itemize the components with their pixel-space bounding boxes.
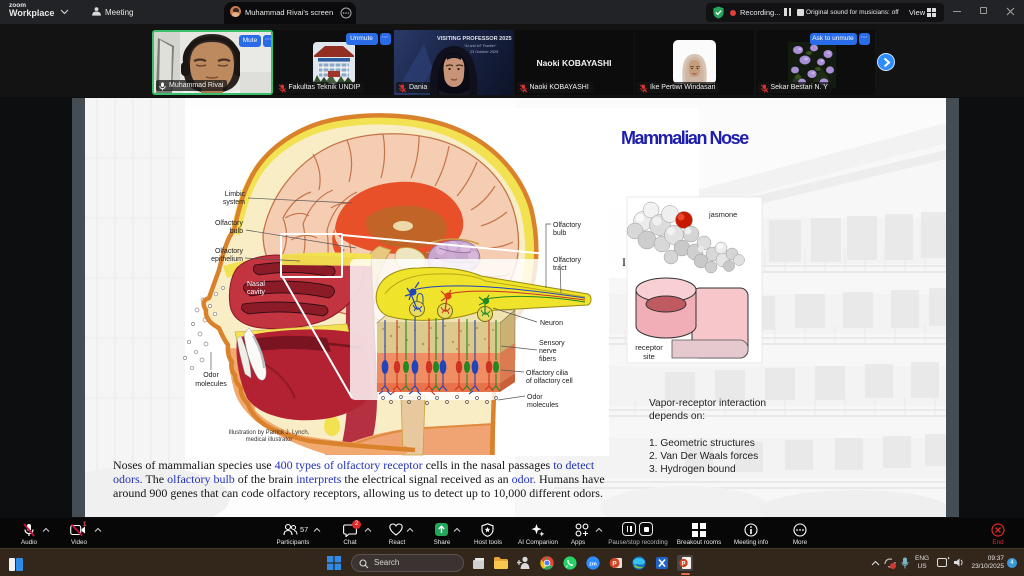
- svg-text:P: P: [681, 561, 685, 567]
- svg-text:cavity: cavity: [247, 289, 265, 296]
- svg-text:I: I: [622, 255, 626, 269]
- svg-text:of olfactory cell: of olfactory cell: [526, 378, 573, 385]
- svg-text:site: site: [643, 352, 655, 361]
- svg-text:medical illustrator: medical illustrator: [246, 437, 293, 443]
- svg-text:Olfactory: Olfactory: [553, 257, 582, 264]
- svg-text:system: system: [223, 199, 245, 206]
- svg-text:Nasal: Nasal: [247, 281, 265, 288]
- svg-text:VISITING PROFESSOR 2025: VISITING PROFESSOR 2025: [437, 36, 512, 42]
- svg-text:Olfactory: Olfactory: [215, 220, 244, 227]
- svg-text:Olfactory: Olfactory: [215, 248, 244, 255]
- svg-text:Odor: Odor: [203, 372, 219, 379]
- svg-text:molecules: molecules: [527, 402, 559, 409]
- svg-text:bulb: bulb: [553, 230, 566, 237]
- svg-text:nerve: nerve: [539, 348, 557, 355]
- svg-text:P: P: [612, 561, 617, 568]
- svg-text:molecules: molecules: [195, 381, 227, 388]
- svg-text:Olfactory: Olfactory: [553, 222, 582, 229]
- svg-text:“AI and IoT Frontier”: “AI and IoT Frontier”: [464, 44, 497, 48]
- svg-text:Olfactory cilia: Olfactory cilia: [526, 370, 568, 377]
- svg-text:Neuron: Neuron: [540, 320, 563, 327]
- svg-text:zm: zm: [589, 562, 597, 568]
- svg-text:23 October 2025: 23 October 2025: [470, 50, 498, 54]
- svg-text:epithelium: epithelium: [211, 256, 243, 263]
- svg-text:Odor: Odor: [527, 394, 543, 401]
- svg-text:jasmone: jasmone: [708, 210, 737, 219]
- svg-text:Illustration by Patrick J. Lyn: Illustration by Patrick J. Lynch,: [229, 430, 310, 436]
- svg-text:bulb: bulb: [230, 228, 243, 235]
- svg-text:Sensory: Sensory: [539, 340, 565, 347]
- svg-text:fibers: fibers: [539, 356, 557, 363]
- svg-text:Limbic: Limbic: [225, 191, 246, 198]
- svg-text:receptor: receptor: [635, 343, 663, 352]
